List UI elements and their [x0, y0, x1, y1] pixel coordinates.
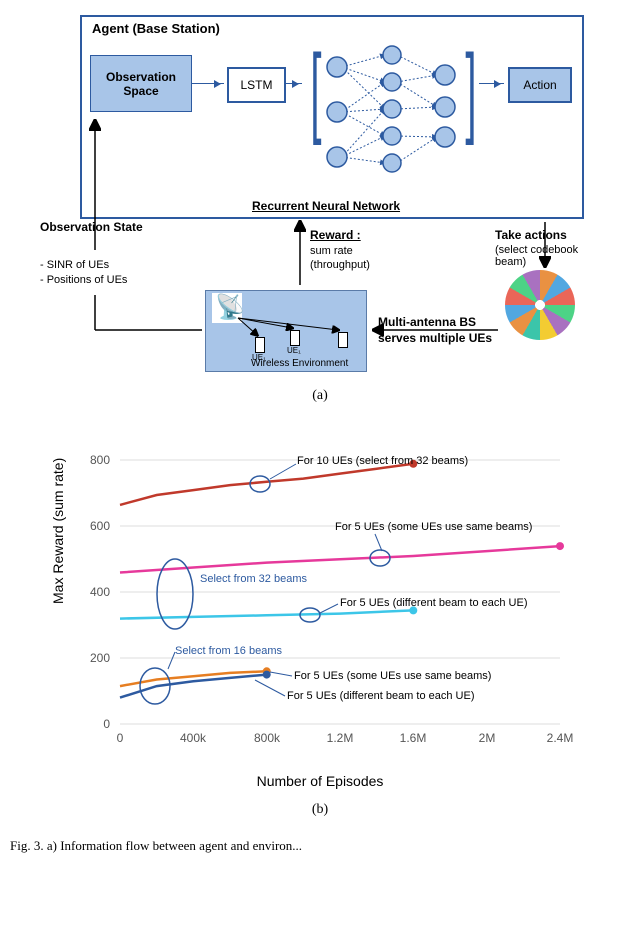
- series-label: For 5 UEs (some UEs use same beams): [335, 521, 532, 533]
- observation-state-label: Observation State: [40, 220, 143, 234]
- series-label: For 5 UEs (different beam to each UE): [340, 597, 528, 609]
- series-label: For 5 UEs (some UEs use same beams): [294, 670, 491, 682]
- leader-line: [255, 680, 285, 696]
- ue-icon: [338, 332, 348, 348]
- tick-label: 0: [103, 717, 110, 731]
- tick-label: 1.2M: [327, 731, 354, 745]
- reward-item: (throughput): [310, 258, 370, 272]
- leader-line: [270, 464, 296, 479]
- agent-box: Agent (Base Station) Observation Space L…: [80, 15, 584, 219]
- tick-label: 800k: [254, 731, 281, 745]
- env-description: Multi-antenna BS serves multiple UEs: [378, 315, 492, 346]
- leader-line: [168, 652, 175, 669]
- y-axis-label: Max Reward (sum rate): [50, 458, 66, 604]
- diagram-a: Agent (Base Station) Observation Space L…: [40, 10, 600, 380]
- series-line: [120, 464, 413, 505]
- tick-label: 400k: [180, 731, 207, 745]
- codebook-beam-icon: [505, 270, 575, 340]
- observation-items: - SINR of UEs - Positions of UEs: [40, 258, 127, 289]
- obs-item: - SINR of UEs: [40, 258, 127, 273]
- figure-caption: Fig. 3. a) Information flow between agen…: [10, 838, 630, 854]
- ue-label: UE₁: [252, 353, 266, 362]
- annotation-32-beams: Select from 32 beams: [200, 573, 307, 585]
- take-actions-label: Take actions: [495, 228, 595, 242]
- series-label: For 5 UEs (different beam to each UE): [287, 690, 475, 702]
- arrow-icon: [192, 83, 224, 84]
- tick-label: 2.4M: [547, 731, 574, 745]
- tick-label: 200: [90, 651, 110, 665]
- y-ticks: 0 200 400 600 800: [90, 453, 110, 731]
- ue-label: UE₁: [287, 346, 301, 355]
- series-end-marker: [263, 671, 271, 679]
- take-actions-items: (select codebook beam): [495, 244, 595, 268]
- action-box: Action: [508, 67, 572, 103]
- annotation-16-beams: Select from 16 beams: [175, 645, 282, 657]
- leader-line: [320, 604, 338, 613]
- obs-item: - Positions of UEs: [40, 273, 127, 288]
- chart-b: Max Reward (sum rate) 0 200 400 600 800 …: [60, 424, 580, 794]
- tick-label: 800: [90, 453, 110, 467]
- series-line: [120, 546, 560, 572]
- ue-icon: [255, 337, 265, 353]
- env-desc-line: serves multiple UEs: [378, 331, 492, 347]
- series-line: [120, 610, 413, 618]
- tick-label: 2M: [479, 731, 496, 745]
- tick-label: 1.6M: [400, 731, 427, 745]
- env-desc-line: Multi-antenna BS: [378, 315, 492, 331]
- neural-network-icon: [297, 37, 477, 187]
- figure-a-container: Agent (Base Station) Observation Space L…: [10, 10, 630, 404]
- x-ticks: 0 400k 800k 1.2M 1.6M 2M 2.4M: [117, 731, 574, 745]
- gridlines: [120, 460, 560, 724]
- tick-label: 400: [90, 585, 110, 599]
- leader-line: [270, 672, 292, 676]
- ue-icon: [290, 330, 300, 346]
- arrow-icon: [479, 83, 504, 84]
- tick-label: 0: [117, 731, 124, 745]
- reward-items: sum rate (throughput): [310, 244, 370, 273]
- x-axis-label: Number of Episodes: [60, 773, 580, 789]
- reward-item: sum rate: [310, 244, 370, 258]
- series-end-marker: [556, 542, 564, 550]
- agent-title: Agent (Base Station): [92, 21, 220, 36]
- leader-line: [375, 534, 382, 551]
- subfigure-label-b: (b): [10, 802, 630, 818]
- base-station-icon: 📡: [215, 293, 245, 322]
- subfigure-label-a: (a): [10, 388, 630, 404]
- observation-space-box: Observation Space: [90, 55, 192, 112]
- bracket-icon: ]: [465, 40, 476, 140]
- reward-label: Reward :: [310, 228, 361, 242]
- tick-label: 600: [90, 519, 110, 533]
- rnn-label: Recurrent Neural Network: [252, 199, 400, 213]
- chart-svg: 0 200 400 600 800 0 400k 800k 1.2M 1.6M …: [60, 424, 580, 794]
- lstm-box: LSTM: [227, 67, 286, 103]
- series-label: For 10 UEs (select from 32 beams): [297, 455, 468, 467]
- figure-b-container: Max Reward (sum rate) 0 200 400 600 800 …: [10, 424, 630, 818]
